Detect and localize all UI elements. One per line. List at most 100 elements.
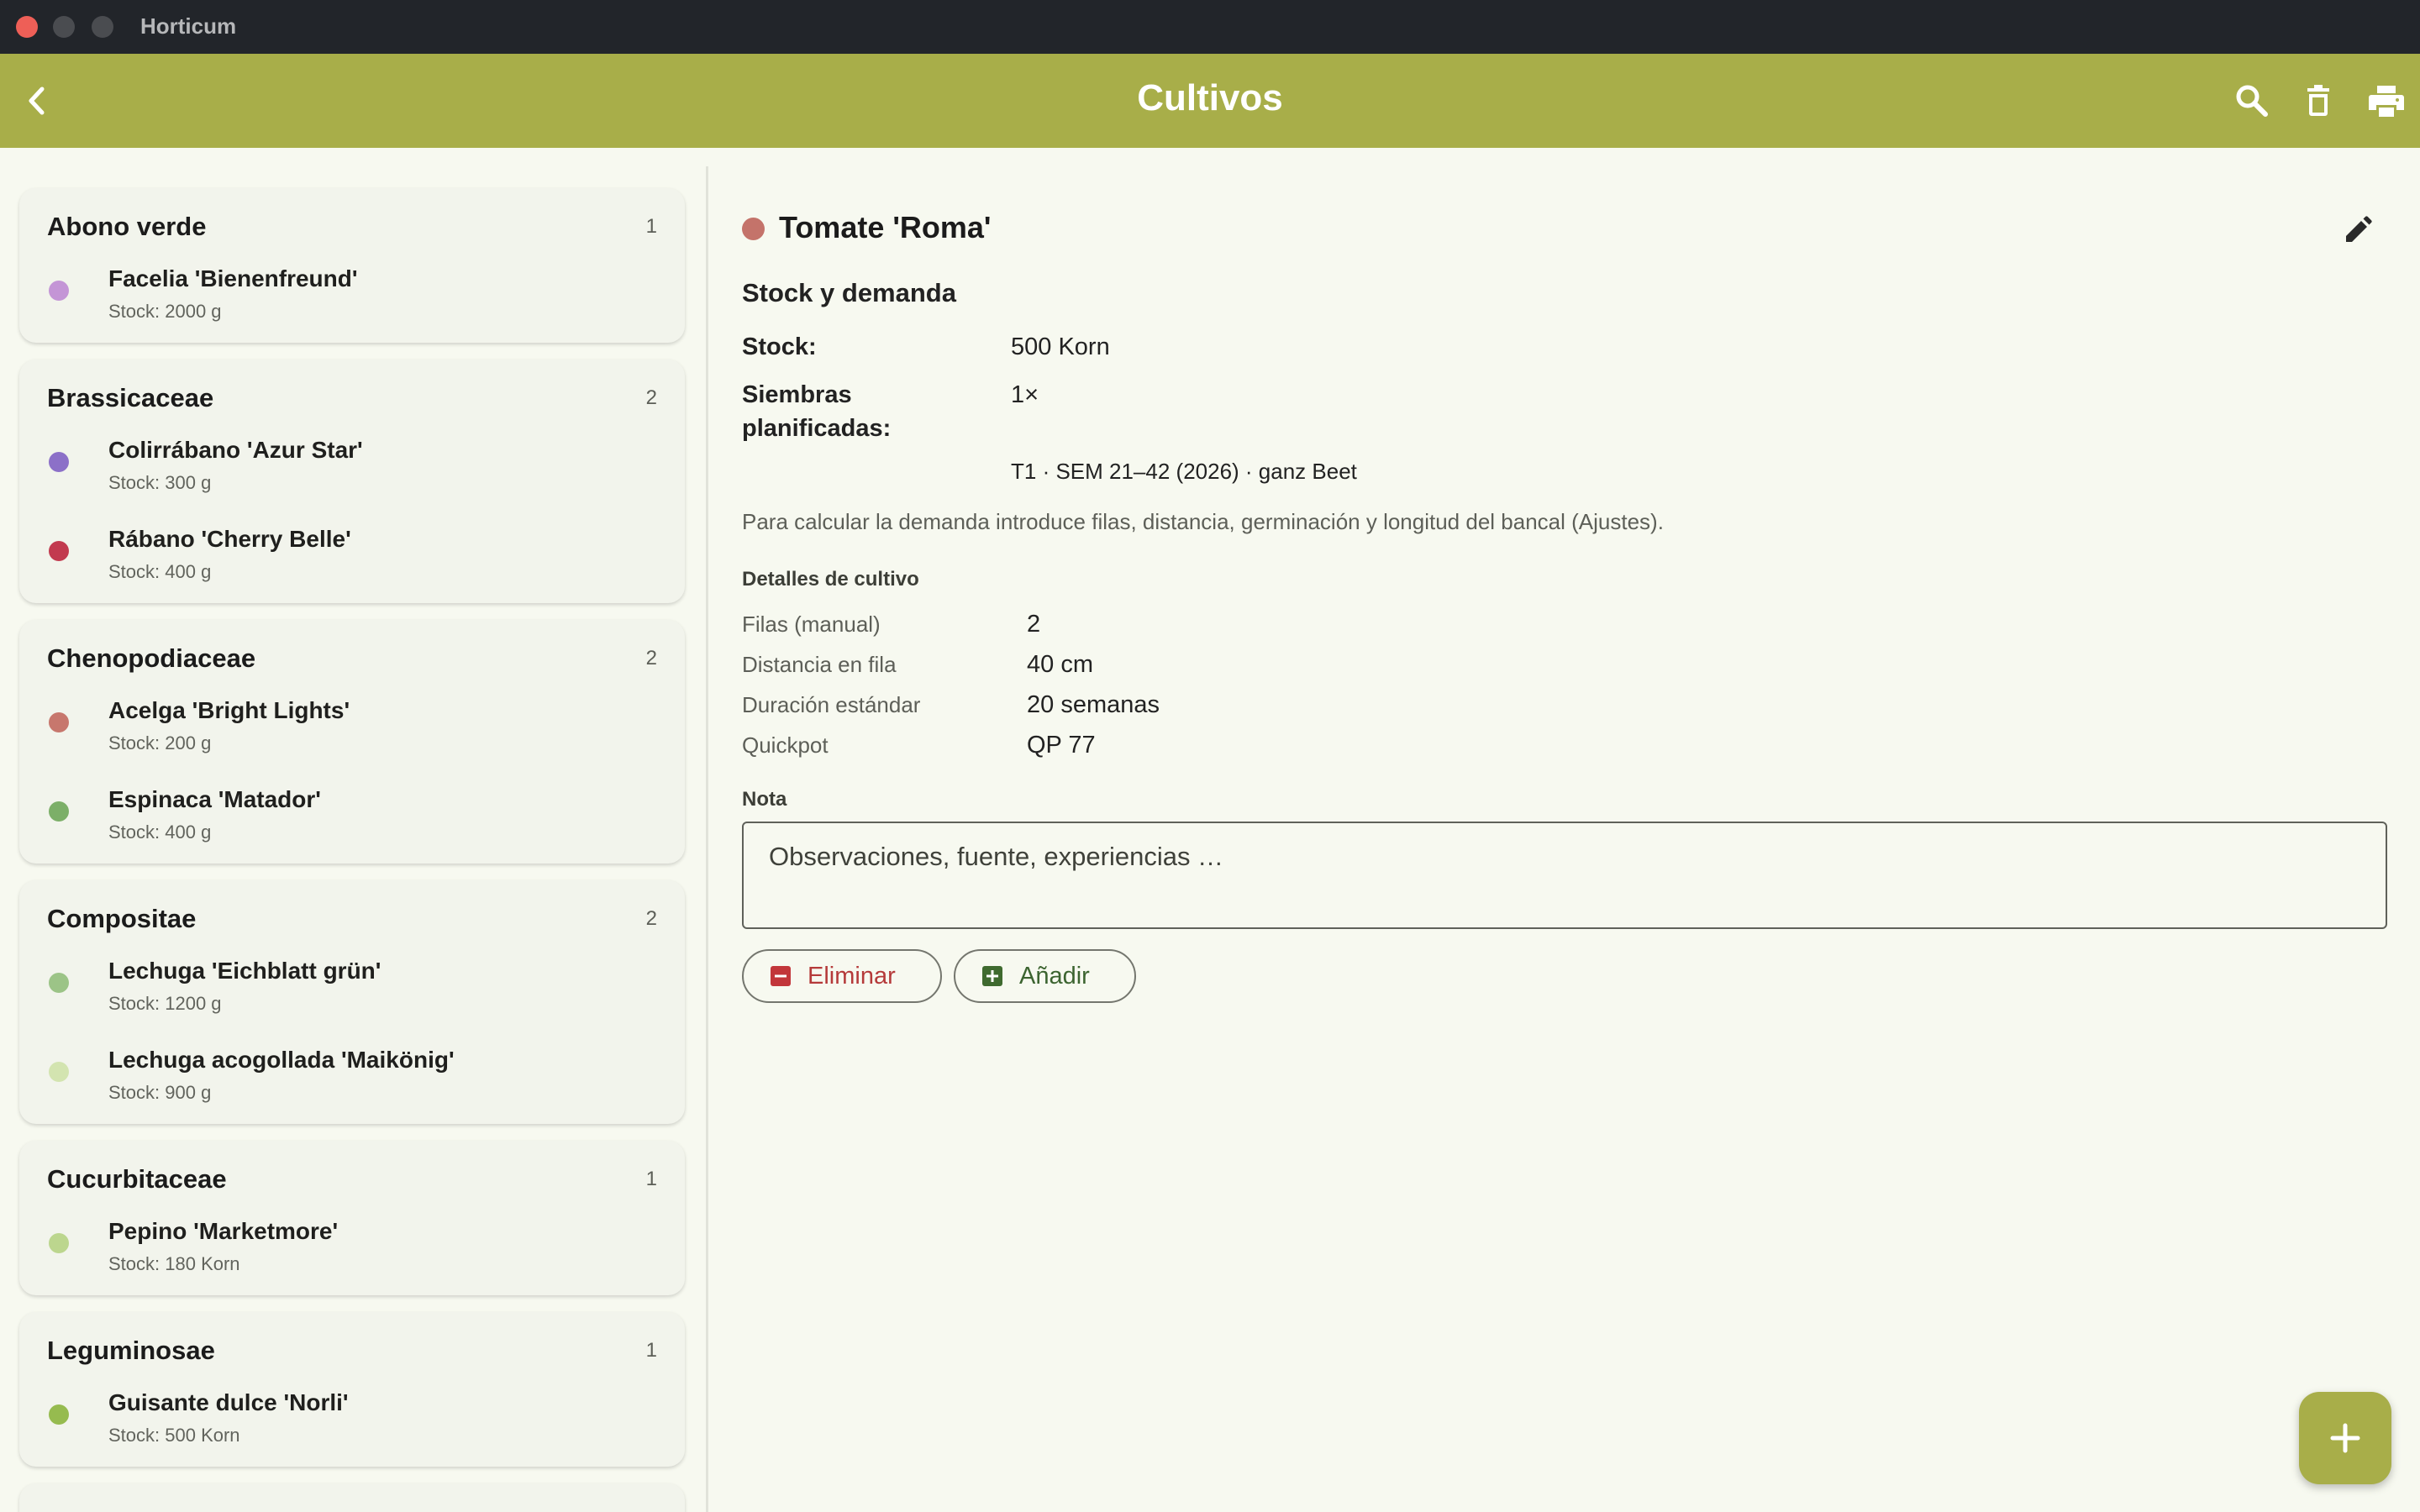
sowings-label-line2: planificadas:	[742, 415, 892, 442]
crop-detail-title: Tomate 'Roma'	[779, 210, 992, 244]
stock-value: 500 Korn	[1011, 333, 1110, 360]
crop-stock: Stock: 180 Korn	[108, 1253, 240, 1274]
group-title: Cucurbitaceae	[47, 1164, 227, 1194]
app-bar: Cultivos	[0, 54, 2420, 148]
detail-label: Filas (manual)	[742, 612, 881, 637]
crop-list-item[interactable]: Guisante dulce 'Norli' Stock: 500 Korn	[19, 1379, 685, 1446]
group-count: 1	[645, 1339, 657, 1362]
crop-color-dot	[742, 218, 765, 240]
crop-stock: Stock: 300 g	[108, 472, 212, 493]
crop-name: Rábano 'Cherry Belle'	[108, 526, 351, 552]
note-field[interactable]	[742, 822, 2387, 929]
crop-group: Brassicaceae 2 Colirrábano 'Azur Star' S…	[19, 360, 685, 603]
crop-group: Leguminosae 1 Guisante dulce 'Norli' Sto…	[19, 1312, 685, 1467]
sowings-label-line1: Siembras	[742, 381, 852, 408]
crop-color-dot	[49, 973, 69, 993]
detail-label: Distancia en fila	[742, 652, 897, 677]
window-maximize-button[interactable]	[92, 16, 113, 38]
group-count: 1	[645, 215, 657, 238]
crop-stock: Stock: 500 Korn	[108, 1425, 240, 1446]
crop-name: Lechuga acogollada 'Maikönig'	[108, 1047, 455, 1073]
group-title: Chenopodiaceae	[47, 643, 256, 673]
crop-list[interactable]: Abono verde 1 Facelia 'Bienenfreund' Sto…	[0, 148, 706, 1512]
crop-name: Acelga 'Bright Lights'	[108, 697, 350, 723]
crop-list-item[interactable]: Acelga 'Bright Lights' Stock: 200 g	[19, 687, 685, 754]
detail-value: QP 77	[1027, 732, 1096, 759]
crop-group: Abono verde 1 Facelia 'Bienenfreund' Sto…	[19, 188, 685, 343]
crop-name: Espinaca 'Matador'	[108, 786, 321, 812]
crop-group: Cucurbitaceae 1 Pepino 'Marketmore' Stoc…	[19, 1141, 685, 1295]
delete-button[interactable]	[2296, 79, 2340, 123]
crop-group: Compositae 2 Lechuga 'Eichblatt grün' St…	[19, 880, 685, 1124]
crop-group: Chenopodiaceae 2 Acelga 'Bright Lights' …	[19, 620, 685, 864]
crop-color-dot	[49, 1404, 69, 1425]
crop-stock: Stock: 2000 g	[108, 301, 222, 322]
plus-icon	[2330, 1423, 2360, 1453]
pencil-icon	[2346, 216, 2372, 242]
crop-name: Lechuga 'Eichblatt grün'	[108, 958, 381, 984]
search-button[interactable]	[2230, 79, 2274, 123]
group-title: Brassicaceae	[47, 383, 214, 412]
crop-list-item[interactable]: Pepino 'Marketmore' Stock: 180 Korn	[19, 1208, 685, 1275]
crop-stock: Stock: 400 g	[108, 822, 212, 843]
group-title: Abono verde	[47, 212, 207, 241]
crop-name: Pepino 'Marketmore'	[108, 1218, 339, 1244]
edit-button[interactable]	[2338, 210, 2378, 250]
group-count: 2	[645, 647, 657, 669]
crop-list-item[interactable]: Rábano 'Cherry Belle' Stock: 400 g	[19, 516, 685, 583]
sowings-value: 1×	[1011, 381, 1039, 408]
crop-group	[19, 1483, 685, 1512]
crop-stock: Stock: 1200 g	[108, 993, 222, 1014]
crop-list-item[interactable]: Espinaca 'Matador' Stock: 400 g	[19, 776, 685, 843]
add-label: Añadir	[1019, 962, 1090, 990]
add-sowing-button[interactable]: Añadir	[954, 949, 1136, 1003]
crop-list-item[interactable]: Facelia 'Bienenfreund' Stock: 2000 g	[19, 255, 685, 323]
delete-icon	[2307, 85, 2329, 116]
delete-sowing-button[interactable]: Eliminar	[742, 949, 942, 1003]
crop-color-dot	[49, 452, 69, 472]
details-title: Detalles de cultivo	[742, 568, 919, 591]
stock-label: Stock:	[742, 333, 817, 360]
crop-color-dot	[49, 1062, 69, 1082]
detail-label: Quickpot	[742, 732, 829, 758]
group-title: Leguminosae	[47, 1336, 215, 1365]
window-titlebar: Horticum	[0, 0, 2420, 54]
window-title: Horticum	[140, 13, 237, 39]
crop-detail-panel: Tomate 'Roma' Stock y demanda Stock: 500…	[708, 148, 2420, 1512]
group-count: 1	[645, 1168, 657, 1190]
search-icon	[2236, 85, 2268, 117]
note-label: Nota	[742, 788, 787, 811]
group-title: Compositae	[47, 904, 197, 933]
crop-stock: Stock: 400 g	[108, 561, 212, 582]
section-title: Stock y demanda	[742, 278, 956, 307]
minus-square-icon	[771, 966, 791, 986]
group-count: 2	[645, 907, 657, 930]
crop-name: Facelia 'Bienenfreund'	[108, 265, 358, 291]
detail-value: 20 semanas	[1027, 691, 1160, 718]
detail-value: 40 cm	[1027, 651, 1093, 678]
crop-stock: Stock: 900 g	[108, 1082, 212, 1103]
group-count: 2	[645, 386, 657, 409]
window-close-button[interactable]	[16, 16, 38, 38]
plus-square-icon	[982, 966, 1002, 986]
detail-label: Duración estándar	[742, 692, 921, 717]
crop-color-dot	[49, 281, 69, 301]
page-title: Cultivos	[1137, 77, 1283, 118]
window-minimize-button[interactable]	[53, 16, 75, 38]
add-crop-fab[interactable]	[2299, 1392, 2391, 1484]
demand-hint: Para calcular la demanda introduce filas…	[742, 509, 1664, 534]
delete-label: Eliminar	[808, 962, 896, 990]
crop-list-item[interactable]: Lechuga 'Eichblatt grün' Stock: 1200 g	[19, 948, 685, 1015]
detail-value: 2	[1027, 611, 1041, 638]
crop-list-item[interactable]: Colirrábano 'Azur Star' Stock: 300 g	[19, 427, 685, 494]
sowing-entry: T1 · SEM 21–42 (2026) · ganz Beet	[1011, 459, 1357, 484]
crop-color-dot	[49, 1233, 69, 1253]
crop-name: Guisante dulce 'Norli'	[108, 1389, 349, 1415]
crop-color-dot	[49, 712, 69, 732]
print-button[interactable]	[2365, 79, 2408, 123]
crop-list-item[interactable]: Lechuga acogollada 'Maikönig' Stock: 900…	[19, 1037, 685, 1104]
crop-name: Colirrábano 'Azur Star'	[108, 437, 363, 463]
print-icon	[2369, 86, 2404, 117]
crop-stock: Stock: 200 g	[108, 732, 212, 753]
crop-color-dot	[49, 801, 69, 822]
